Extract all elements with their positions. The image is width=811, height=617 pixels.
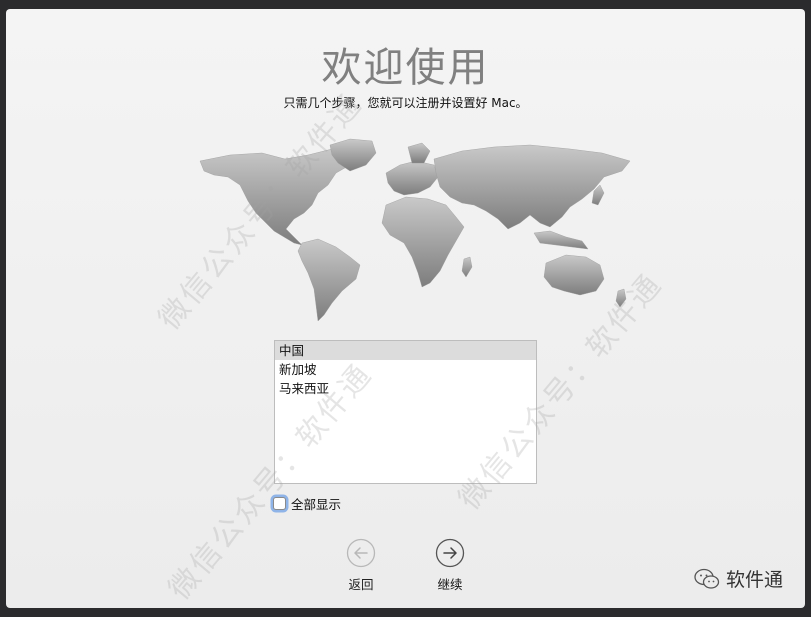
island-madagascar bbox=[461, 256, 473, 278]
page-title: 欢迎使用 bbox=[321, 45, 490, 91]
show-all-option[interactable]: 全部显示 bbox=[273, 494, 341, 512]
continent-scandinavia bbox=[407, 142, 431, 164]
list-item[interactable]: 中国 bbox=[275, 341, 536, 360]
wechat-icon bbox=[694, 568, 720, 589]
world-map bbox=[199, 138, 631, 322]
list-item[interactable]: 马来西亚 bbox=[275, 379, 536, 398]
arrow-left-circle-icon bbox=[346, 538, 376, 568]
continent-south-america bbox=[297, 238, 361, 322]
continue-label: 继续 bbox=[437, 577, 463, 592]
continue-button[interactable]: 继续 bbox=[420, 538, 480, 593]
continent-africa bbox=[381, 196, 465, 288]
list-item[interactable]: 新加坡 bbox=[275, 360, 536, 379]
country-list[interactable]: 中国 新加坡 马来西亚 bbox=[274, 340, 537, 484]
brand-label: 软件通 bbox=[725, 569, 783, 591]
islands-southeast-asia bbox=[533, 230, 589, 250]
continent-europe bbox=[385, 160, 439, 196]
page-subtitle: 只需几个步骤，您就可以注册并设置好 Mac。 bbox=[283, 96, 528, 110]
back-label: 返回 bbox=[348, 577, 374, 592]
brand-badge: 软件通 bbox=[694, 565, 783, 592]
continent-australia bbox=[543, 254, 605, 296]
continent-north-america bbox=[199, 146, 359, 246]
show-all-label: 全部显示 bbox=[291, 496, 342, 512]
island-new-zealand bbox=[615, 288, 627, 308]
arrow-right-circle-icon bbox=[435, 538, 465, 568]
setup-assistant-window: 欢迎使用 只需几个步骤，您就可以注册并设置好 Mac。 中国 新加坡 马来西亚 … bbox=[6, 9, 805, 608]
back-button[interactable]: 返回 bbox=[331, 538, 391, 593]
show-all-checkbox[interactable] bbox=[273, 496, 286, 510]
